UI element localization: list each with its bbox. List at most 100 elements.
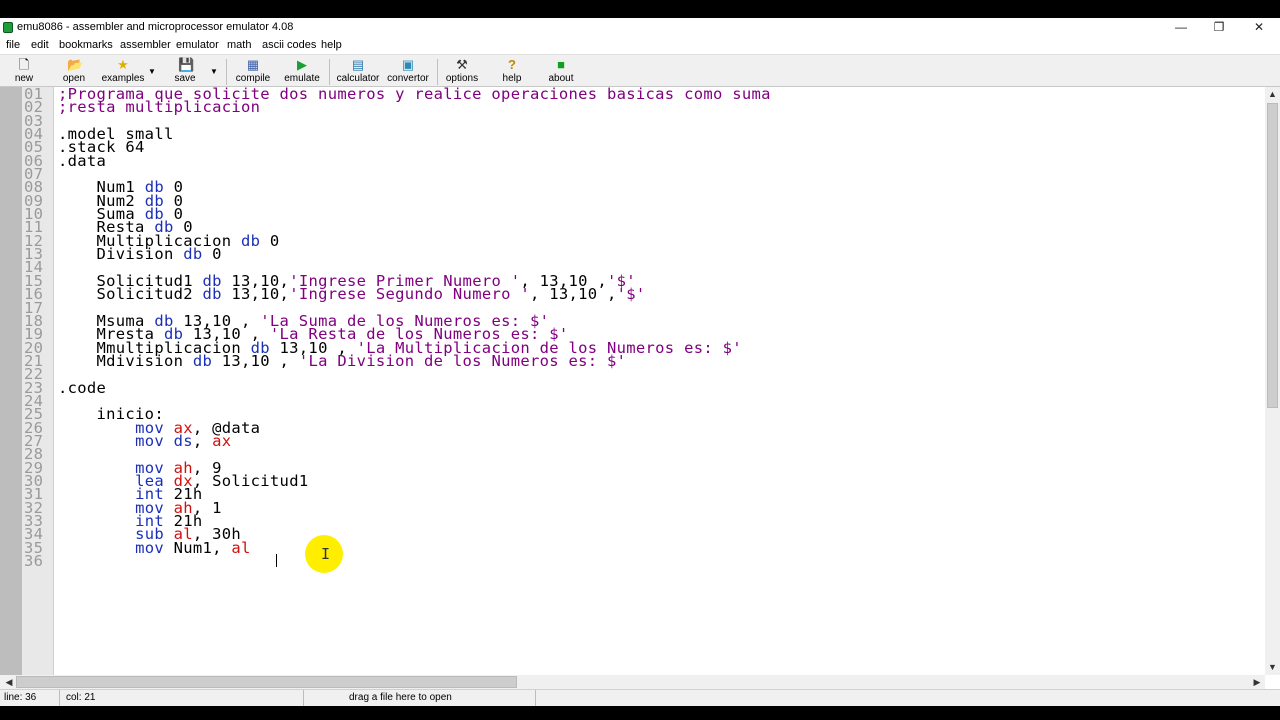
line-number: 36 [24, 552, 44, 571]
code-line[interactable]: 13 Division db 0 [24, 245, 771, 264]
code-text: , [192, 431, 213, 450]
options-button[interactable]: ⚒ options [442, 57, 482, 87]
code-keyword: ds [173, 431, 193, 450]
code-text: Solicitud2 [58, 285, 203, 304]
code-line[interactable]: 23 .code [24, 378, 771, 397]
menu-bookmarks[interactable]: bookmarks [59, 39, 113, 51]
convertor-icon: ▣ [401, 57, 415, 72]
horizontal-scroll-thumb[interactable] [16, 676, 517, 688]
status-col: col: 21 [62, 690, 304, 706]
minimize-button[interactable]: — [1162, 18, 1200, 37]
code-line[interactable]: 27 mov ds, ax [24, 431, 771, 450]
text-caret [276, 554, 277, 567]
editor-margin [0, 87, 22, 675]
code-string: '$' [616, 285, 646, 304]
code-text: 13,10 , [212, 351, 299, 370]
status-bar: line: 36 col: 21 drag a file here to ope… [0, 689, 1280, 706]
code-line[interactable]: 05 .stack 64 [24, 139, 771, 155]
menu-help[interactable]: help [321, 39, 342, 51]
about-button[interactable]: ■ about [544, 57, 578, 87]
code-line[interactable]: 16 Solicitud2 db 13,10,'Ingrese Segundo … [24, 285, 771, 304]
calculator-button[interactable]: ▤ calculator [334, 57, 382, 87]
source-code[interactable]: 01 ;Programa que solicite dos numeros y r… [24, 87, 771, 571]
code-text: 0 [260, 231, 280, 250]
menu-file[interactable]: file [6, 39, 20, 51]
code-keyword: mov [135, 538, 164, 557]
code-text: .data [58, 151, 107, 170]
horizontal-scrollbar[interactable]: ◀ ▶ [0, 675, 1265, 689]
open-button[interactable]: 📂 open [56, 57, 92, 87]
new-button[interactable]: 🗋 new [8, 57, 40, 87]
new-file-icon: 🗋 [18, 57, 30, 72]
menu-math[interactable]: math [227, 39, 251, 51]
code-line[interactable]: 06 .data [24, 151, 771, 170]
code-text: Mdivision [58, 351, 193, 370]
code-text: 13,10, [221, 285, 290, 304]
star-icon: ★ [117, 57, 129, 72]
code-keyword: db [202, 285, 222, 304]
examples-dropdown-icon[interactable]: ▼ [148, 67, 156, 76]
toolbar-separator [226, 59, 227, 85]
close-button[interactable]: ✕ [1240, 18, 1278, 37]
status-line: line: 36 [0, 690, 60, 706]
calculator-icon: ▤ [351, 57, 365, 72]
save-dropdown-icon[interactable]: ▼ [210, 67, 218, 76]
menu-bar: file edit bookmarks assembler emulator m… [0, 37, 1280, 54]
menu-assembler[interactable]: assembler [120, 39, 171, 51]
app-icon [3, 22, 13, 33]
scroll-up-icon[interactable]: ▲ [1265, 87, 1280, 102]
scroll-down-icon[interactable]: ▼ [1265, 660, 1280, 675]
open-folder-icon: 📂 [67, 57, 84, 72]
toolbar: 🗋 new 📂 open ★ examples ▼ 💾 save ▼ ▦ com… [0, 54, 1280, 87]
examples-button[interactable]: ★ examples [100, 57, 146, 87]
menu-ascii-codes[interactable]: ascii codes [262, 39, 316, 51]
scroll-right-icon[interactable]: ▶ [1250, 675, 1264, 689]
help-icon: ? [508, 57, 516, 72]
tools-icon: ⚒ [456, 57, 468, 72]
code-editor[interactable]: 01 ;Programa que solicite dos numeros y r… [0, 87, 1265, 675]
convertor-button[interactable]: ▣ convertor [385, 57, 431, 87]
code-string: 'Ingrese Segundo Numero ' [289, 285, 530, 304]
vertical-scrollbar[interactable]: ▲ ▼ [1265, 87, 1280, 675]
compile-button[interactable]: ▦ compile [232, 57, 274, 87]
code-register: ax [212, 431, 232, 450]
code-text: .code [58, 378, 107, 397]
title-bar: emu8086 - assembler and microprocessor e… [0, 18, 1280, 37]
vertical-scroll-thumb[interactable] [1267, 103, 1278, 408]
code-text: Num1, [163, 538, 232, 557]
toolbar-separator [329, 59, 330, 85]
code-text: , 13,10 , [529, 285, 617, 304]
code-keyword: db [241, 231, 261, 250]
play-icon: ▶ [297, 57, 307, 72]
code-line[interactable]: 22 [24, 366, 771, 382]
code-text: 0 [202, 245, 222, 264]
code-line[interactable]: 36 [24, 552, 771, 571]
code-comment: ;resta multiplicacion [58, 98, 261, 117]
toolbar-separator [437, 59, 438, 85]
code-text: Division [58, 245, 184, 264]
scroll-left-icon[interactable]: ◀ [2, 675, 16, 689]
ibeam-cursor-icon: I [321, 545, 331, 563]
code-keyword: db [183, 245, 203, 264]
emulate-button[interactable]: ▶ emulate [281, 57, 323, 87]
code-line[interactable]: 02 ;resta multiplicacion [24, 98, 771, 117]
code-text: , Solicitud1 [192, 471, 309, 490]
code-line[interactable]: 35 mov Num1, al [24, 538, 771, 557]
about-icon: ■ [557, 57, 565, 72]
status-hint: drag a file here to open [306, 690, 536, 706]
maximize-button[interactable]: ❐ [1200, 18, 1238, 37]
floppy-icon: 💾 [178, 57, 195, 72]
menu-edit[interactable]: edit [31, 39, 49, 51]
code-register: al [231, 538, 251, 557]
code-line[interactable]: 21 Mdivision db 13,10 , 'La Division de … [24, 351, 771, 370]
code-string: 'La Division de los Numeros es: $' [298, 351, 627, 370]
menu-emulator[interactable]: emulator [176, 39, 219, 51]
compile-icon: ▦ [246, 57, 260, 72]
help-button[interactable]: ? help [496, 57, 528, 87]
save-button[interactable]: 💾 save [168, 57, 202, 87]
window-title: emu8086 - assembler and microprocessor e… [17, 21, 294, 33]
code-keyword: db [192, 351, 213, 370]
